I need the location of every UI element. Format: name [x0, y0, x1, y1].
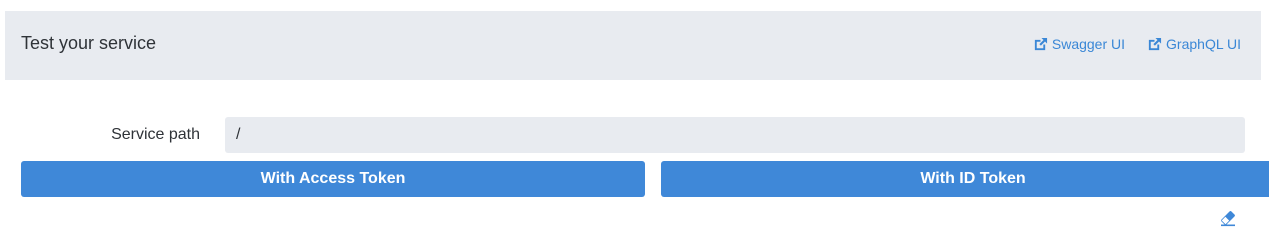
external-link-icon [1148, 37, 1162, 50]
service-path-input[interactable] [225, 117, 1245, 153]
panel-title: Test your service [21, 33, 157, 53]
service-path-row: Service path [0, 117, 1269, 153]
graphql-ui-link[interactable]: GraphQL UI [1147, 35, 1241, 53]
graphql-ui-label: GraphQL UI [1166, 36, 1241, 52]
eraser-icon[interactable] [1219, 209, 1237, 227]
panel-header: Test your service Swagger UI GraphQL UI [5, 11, 1261, 80]
with-access-token-button[interactable]: With Access Token [21, 161, 645, 197]
swagger-ui-link[interactable]: Swagger UI [1033, 35, 1125, 53]
header-links: Swagger UI GraphQL UI [1033, 35, 1241, 53]
service-path-label: Service path [111, 126, 200, 143]
swagger-ui-label: Swagger UI [1051, 36, 1126, 52]
external-link-icon [1034, 37, 1047, 50]
with-id-token-button[interactable]: With ID Token [661, 161, 1269, 197]
